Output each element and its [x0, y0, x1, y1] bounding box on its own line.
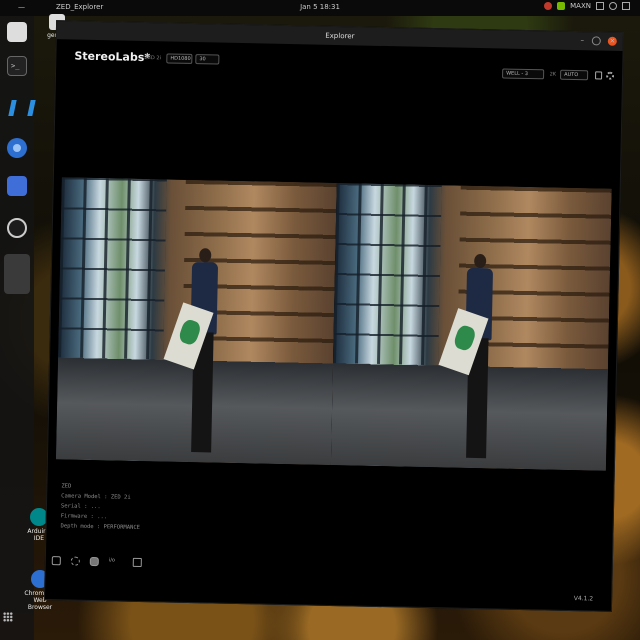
resolution-select[interactable]: HD1080 [166, 53, 193, 64]
show-apps-icon[interactable] [3, 612, 13, 622]
brand-logo: StereoLabs* [74, 49, 151, 65]
camera-info-log: ZED Camera Model : ZED 2i Serial : ... F… [60, 481, 141, 533]
running-app-icon[interactable] [4, 254, 30, 294]
nvidia-icon[interactable] [557, 2, 566, 10]
stereo-video-view[interactable] [55, 177, 612, 471]
maximize-button[interactable] [591, 36, 601, 46]
documents-icon[interactable] [7, 176, 27, 196]
person-holding-board [163, 248, 220, 459]
files-icon[interactable] [7, 22, 27, 42]
camera-model-label: ZED 2i [144, 54, 162, 62]
fps-select[interactable]: 30 [195, 54, 220, 65]
stream-icon[interactable] [70, 556, 80, 566]
volume-icon[interactable] [609, 2, 617, 10]
io-toggle[interactable]: i/o [109, 557, 123, 566]
bottom-toolbar: i/o [51, 556, 142, 568]
notification-icon[interactable] [544, 2, 553, 10]
version-label: V4.1.2 [573, 595, 594, 603]
chromium-icon[interactable] [7, 138, 27, 158]
right-camera-view[interactable] [330, 183, 612, 471]
terminal-icon[interactable] [7, 56, 27, 76]
view-mode-select[interactable]: WELL - 3 [502, 68, 545, 80]
close-button[interactable]: × [607, 36, 617, 46]
snapshot-icon[interactable] [595, 71, 603, 80]
log-line: Depth mode : PERFORMANCE [60, 523, 141, 531]
window-title: Explorer [325, 31, 355, 41]
explorer-window: Explorer – × StereoLabs* ZED 2i HD1080 3… [43, 20, 625, 612]
obs-icon[interactable] [7, 218, 27, 238]
left-camera-view[interactable] [55, 177, 337, 465]
minimize-button[interactable]: – [578, 36, 587, 45]
depth-mode-select[interactable]: AUTO [559, 69, 589, 81]
settings-gear-icon[interactable] [606, 71, 615, 80]
file-icon[interactable] [51, 556, 61, 566]
person-holding-board [438, 253, 495, 465]
power-icon[interactable] [622, 2, 630, 10]
dock [0, 16, 34, 640]
vscode-icon[interactable] [7, 98, 27, 118]
system-tray: MAXN [544, 2, 630, 10]
recording-icon[interactable] [89, 556, 99, 567]
home-icon[interactable] [132, 557, 142, 568]
power-mode-label[interactable]: MAXN [570, 2, 591, 10]
network-icon[interactable] [596, 2, 604, 10]
system-top-bar: — ZED_Explorer Jan 5 18:31 MAXN [0, 0, 640, 16]
depth-label: 2K [549, 71, 557, 78]
